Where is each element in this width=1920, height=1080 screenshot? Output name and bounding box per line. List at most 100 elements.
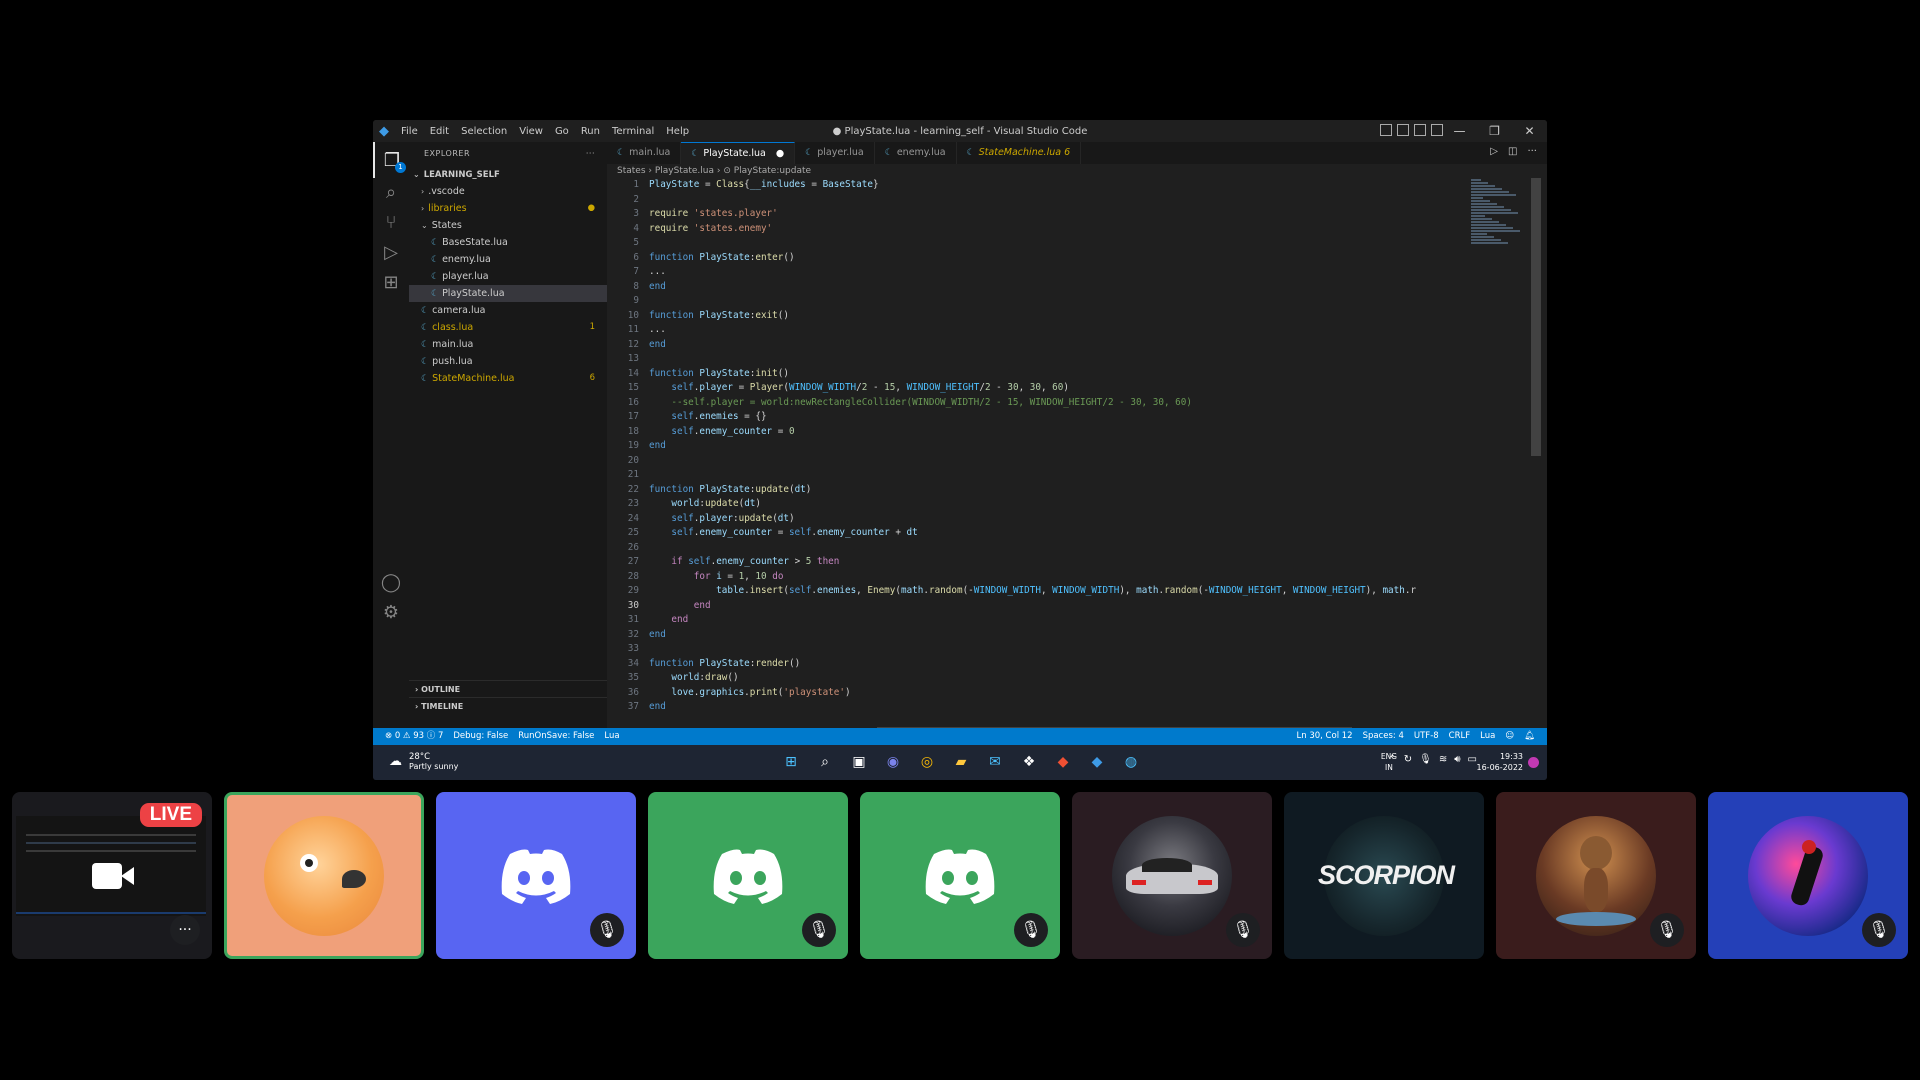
- minimize-icon[interactable]: —: [1442, 120, 1477, 142]
- participant-tile-discord-blue[interactable]: 🎙︎: [436, 792, 636, 959]
- code-line[interactable]: 23 world:update(dt): [607, 497, 1467, 512]
- tree-item[interactable]: ☾ player.lua: [409, 268, 607, 285]
- more-actions-icon[interactable]: ···: [1527, 146, 1537, 157]
- minimap[interactable]: [1467, 178, 1529, 726]
- project-root[interactable]: ⌄ LEARNING_SELF: [409, 166, 607, 183]
- wifi-icon[interactable]: ≋: [1439, 754, 1447, 765]
- code-line[interactable]: 22 function PlayState:update(dt): [607, 483, 1467, 498]
- git-icon[interactable]: ◆: [1050, 751, 1076, 773]
- participant-tile-car[interactable]: 🎙︎: [1072, 792, 1272, 959]
- menu-view[interactable]: View: [513, 126, 549, 137]
- toggle-secondary-sidebar-icon[interactable]: [1414, 124, 1426, 136]
- code-line[interactable]: 32 end: [607, 628, 1467, 643]
- notification-dot-icon[interactable]: [1528, 757, 1539, 768]
- tree-item[interactable]: › libraries ●: [409, 200, 607, 217]
- run-icon[interactable]: ▷: [1490, 146, 1498, 157]
- menu-selection[interactable]: Selection: [455, 126, 513, 137]
- chrome-icon[interactable]: ◎: [914, 751, 940, 773]
- weather-widget[interactable]: ☁ 28°C Partly sunny: [389, 752, 458, 771]
- code-line[interactable]: 5: [607, 236, 1467, 251]
- code-line[interactable]: 27 if self.enemy_counter > 5 then: [607, 555, 1467, 570]
- microphone-icon[interactable]: 🎙︎: [1419, 754, 1432, 765]
- tree-item[interactable]: › .vscode: [409, 183, 607, 200]
- tree-item[interactable]: ☾ BaseState.lua: [409, 234, 607, 251]
- tree-item[interactable]: ☾ main.lua: [409, 336, 607, 353]
- tree-item[interactable]: ☾ PlayState.lua: [409, 285, 607, 302]
- editor-tab[interactable]: ☾ StateMachine.lua 6: [957, 142, 1082, 164]
- code-line[interactable]: 6 function PlayState:enter(): [607, 251, 1467, 266]
- debug-status[interactable]: Debug: False: [453, 728, 508, 745]
- volume-icon[interactable]: 🔊︎: [1454, 754, 1460, 765]
- code-line[interactable]: 36 love.graphics.print('playstate'): [607, 686, 1467, 701]
- code-line[interactable]: 14 function PlayState:init(): [607, 367, 1467, 382]
- code-line[interactable]: 21: [607, 468, 1467, 483]
- restore-icon[interactable]: ❐: [1477, 120, 1512, 142]
- code-line[interactable]: 20: [607, 454, 1467, 469]
- code-line[interactable]: 4 require 'states.enemy': [607, 222, 1467, 237]
- toggle-sidebar-icon[interactable]: [1380, 124, 1392, 136]
- breadcrumb[interactable]: States › PlayState.lua › ⊙ PlayState:upd…: [617, 166, 811, 176]
- code-line[interactable]: 37 end: [607, 700, 1467, 715]
- windows-start-icon[interactable]: ⊞: [778, 751, 804, 773]
- menu-edit[interactable]: Edit: [424, 126, 455, 137]
- participant-tile-scorpion[interactable]: SCORPION: [1284, 792, 1484, 959]
- code-line[interactable]: 10 function PlayState:exit(): [607, 309, 1467, 324]
- menu-go[interactable]: Go: [549, 126, 575, 137]
- code-line[interactable]: 12 end: [607, 338, 1467, 353]
- tree-item[interactable]: ⌄ States: [409, 217, 607, 234]
- toggle-panel-icon[interactable]: [1397, 124, 1409, 136]
- vscode-taskbar-icon[interactable]: ◆: [1084, 751, 1110, 773]
- editor-tab[interactable]: ☾ enemy.lua: [875, 142, 957, 164]
- tree-item[interactable]: ☾ class.lua 1: [409, 319, 607, 336]
- teams-chat-icon[interactable]: ◉: [880, 751, 906, 773]
- code-line[interactable]: 13: [607, 352, 1467, 367]
- feedback-icon[interactable]: ☺: [1505, 728, 1514, 745]
- extensions-icon[interactable]: ⊞: [373, 264, 409, 300]
- code-line[interactable]: 7...: [607, 265, 1467, 280]
- code-line[interactable]: 11...: [607, 323, 1467, 338]
- code-line[interactable]: 3 require 'states.player': [607, 207, 1467, 222]
- split-editor-icon[interactable]: ◫: [1508, 146, 1517, 157]
- close-icon[interactable]: ✕: [1512, 120, 1547, 142]
- sync-icon[interactable]: ↻: [1404, 754, 1412, 765]
- code-line[interactable]: 9: [607, 294, 1467, 309]
- vertical-scrollbar[interactable]: [1531, 178, 1541, 726]
- editor-tab[interactable]: ☾ main.lua: [607, 142, 682, 164]
- tree-item[interactable]: ☾ camera.lua: [409, 302, 607, 319]
- code-line[interactable]: 8 end: [607, 280, 1467, 295]
- outline-section[interactable]: › OUTLINE: [409, 680, 607, 697]
- editor-tab[interactable]: ☾ PlayState.lua ●: [681, 142, 796, 164]
- tree-item[interactable]: ☾ enemy.lua: [409, 251, 607, 268]
- lua-status[interactable]: Lua: [604, 728, 619, 745]
- code-line[interactable]: 15 self.player = Player(WINDOW_WIDTH/2 -…: [607, 381, 1467, 396]
- menu-run[interactable]: Run: [575, 126, 606, 137]
- clock[interactable]: 19:33 16-06-2022: [1477, 751, 1524, 773]
- participant-tile-speaking[interactable]: [224, 792, 424, 959]
- code-line[interactable]: 2: [607, 193, 1467, 208]
- eol-status[interactable]: CRLF: [1449, 728, 1470, 745]
- settings-gear-icon[interactable]: ⚙: [373, 594, 409, 630]
- code-line[interactable]: 34 function PlayState:render(): [607, 657, 1467, 672]
- unsaved-dot-icon[interactable]: ●: [776, 148, 784, 159]
- language-mode[interactable]: Lua: [1480, 728, 1495, 745]
- indentation-status[interactable]: Spaces: 4: [1363, 728, 1404, 745]
- code-line[interactable]: 18 self.enemy_counter = 0: [607, 425, 1467, 440]
- code-line[interactable]: 25 self.enemy_counter = self.enemy_count…: [607, 526, 1467, 541]
- code-line[interactable]: 1 PlayState = Class{__includes = BaseStat…: [607, 178, 1467, 193]
- code-line[interactable]: 17 self.enemies = {}: [607, 410, 1467, 425]
- participant-tile-groot[interactable]: 🎙︎: [1496, 792, 1696, 959]
- code-line[interactable]: 31 end: [607, 613, 1467, 628]
- participant-tile-discord-green-1[interactable]: 🎙︎: [648, 792, 848, 959]
- dropbox-icon[interactable]: ❖: [1016, 751, 1042, 773]
- more-options-icon[interactable]: ···: [170, 915, 200, 945]
- code-line[interactable]: 35 world:draw(): [607, 671, 1467, 686]
- problems-status[interactable]: ⊗ 0 ⚠ 93 ⓘ 7: [385, 728, 443, 745]
- timeline-section[interactable]: › TIMELINE: [409, 697, 607, 714]
- explorer-icon[interactable]: ❐ 1: [373, 142, 409, 178]
- notifications-icon[interactable]: 🔔︎: [1524, 728, 1535, 745]
- menu-terminal[interactable]: Terminal: [606, 126, 660, 137]
- runonsave-status[interactable]: RunOnSave: False: [518, 728, 594, 745]
- explorer-more-icon[interactable]: ···: [586, 142, 595, 166]
- code-area[interactable]: 1 PlayState = Class{__includes = BaseStat…: [607, 178, 1467, 726]
- screen-share-tile[interactable]: LIVE ···: [12, 792, 212, 959]
